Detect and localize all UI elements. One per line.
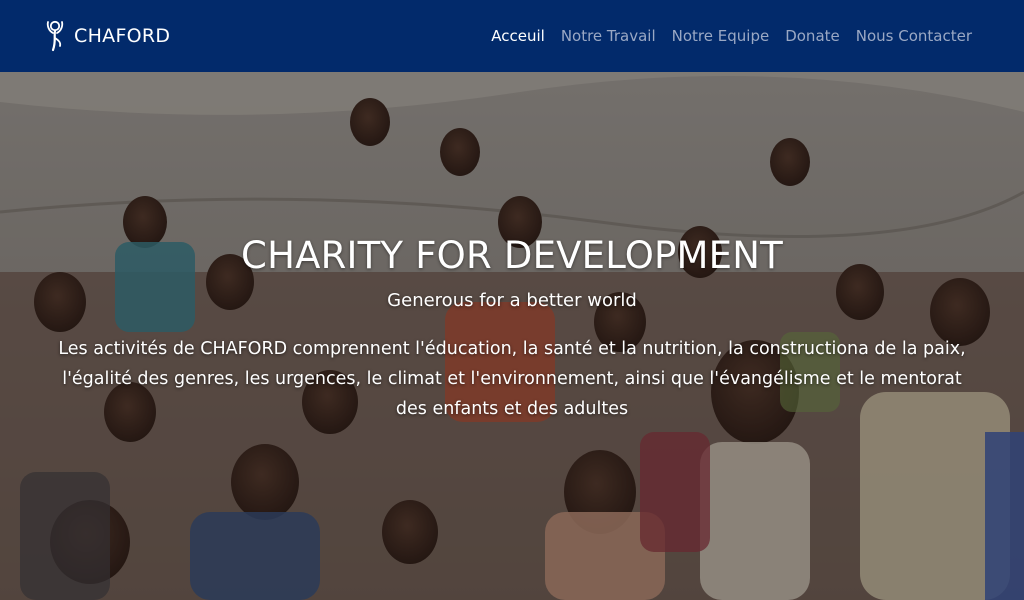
nav-link-nous-contacter[interactable]: Nous Contacter: [856, 27, 972, 45]
top-navbar: CHAFORD Acceuil Notre Travail Notre Equi…: [0, 0, 1024, 72]
hero-content: CHARITY FOR DEVELOPMENT Generous for a b…: [40, 234, 984, 424]
nav-link-acceuil[interactable]: Acceuil: [491, 27, 545, 45]
hero-description: Les activités de CHAFORD comprennent l'é…: [58, 339, 966, 419]
hero-title: CHARITY FOR DEVELOPMENT: [241, 234, 783, 277]
nav-link-notre-equipe[interactable]: Notre Equipe: [672, 27, 770, 45]
hero-section: CHARITY FOR DEVELOPMENT Generous for a b…: [0, 72, 1024, 600]
hero-subtitle: Generous for a better world: [387, 290, 637, 311]
dove-figure-logo-icon: [46, 20, 64, 52]
nav-link-donate[interactable]: Donate: [785, 27, 840, 45]
brand-name: CHAFORD: [74, 25, 171, 47]
nav-menu: Acceuil Notre Travail Notre Equipe Donat…: [491, 27, 972, 45]
nav-link-notre-travail[interactable]: Notre Travail: [561, 27, 656, 45]
brand-link[interactable]: CHAFORD: [44, 20, 170, 52]
